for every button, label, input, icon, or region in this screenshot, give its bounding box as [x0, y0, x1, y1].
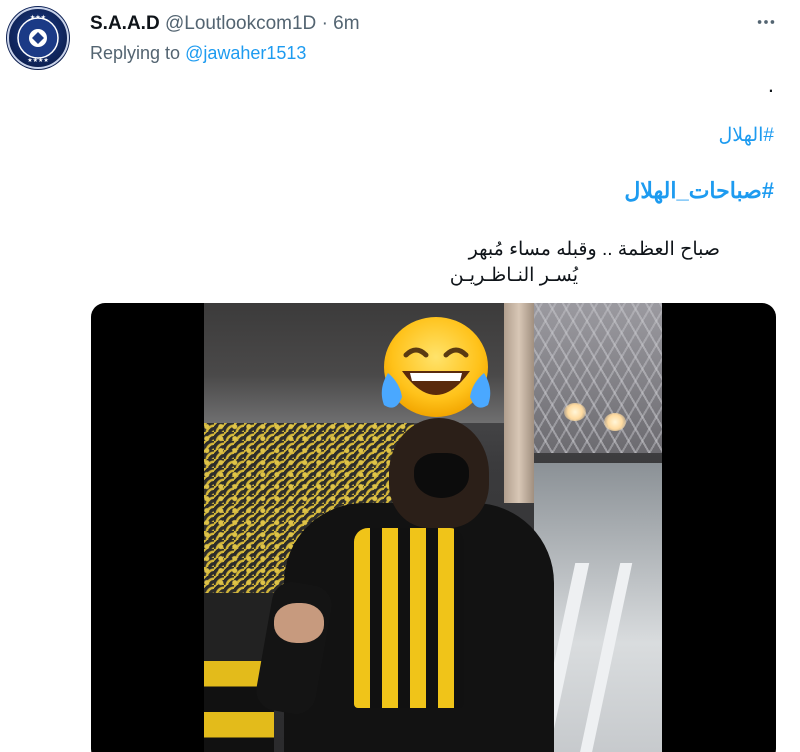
tweet-header: S.A.A.D @Loutlookcom1D · 6m — [90, 12, 360, 36]
replying-to: Replying to @jawaher1513 — [90, 42, 306, 64]
stadium-pillar — [504, 303, 534, 503]
reply-mention-link[interactable]: @jawaher1513 — [185, 43, 306, 63]
avatar[interactable]: ★★★★ ★★★ — [6, 6, 70, 70]
face-with-tears-of-joy-emoji — [376, 315, 496, 419]
tweet-text-dot: . — [767, 72, 774, 97]
tweet: ★★★★ ★★★ S.A.A.D @Loutlookcom1D · 6m Rep… — [0, 0, 800, 752]
svg-text:★★★★: ★★★★ — [27, 57, 49, 64]
more-button[interactable] — [752, 8, 780, 36]
author-name[interactable]: S.A.A.D — [90, 13, 160, 34]
tweet-media-video[interactable] — [91, 303, 776, 752]
separator-dot: · — [321, 13, 328, 34]
tweet-timestamp[interactable]: 6m — [333, 13, 359, 34]
person-hand — [274, 603, 324, 643]
hashtag-link-alhilal[interactable]: #الهلال — [254, 124, 774, 147]
tweet-text-line-2: يُسـر النـاظـريـن — [449, 265, 578, 286]
striped-jersey — [354, 528, 464, 708]
face-mask — [414, 453, 469, 498]
club-logo-icon: ★★★★ ★★★ — [7, 7, 69, 69]
svg-text:★★★: ★★★ — [30, 14, 46, 21]
stadium-light — [604, 413, 626, 431]
stadium-light — [564, 403, 586, 421]
hashtag-link-sabahat-alhilal[interactable]: #صباحات_الهلال — [254, 178, 774, 204]
tweet-text-line-1: صباح العظمة .. وقبله مساء مُبهر — [468, 239, 720, 260]
author-handle[interactable]: @Loutlookcom1D — [165, 13, 316, 34]
more-icon — [757, 20, 775, 24]
stadium-truss — [512, 303, 662, 453]
replying-to-label: Replying to — [90, 43, 186, 63]
